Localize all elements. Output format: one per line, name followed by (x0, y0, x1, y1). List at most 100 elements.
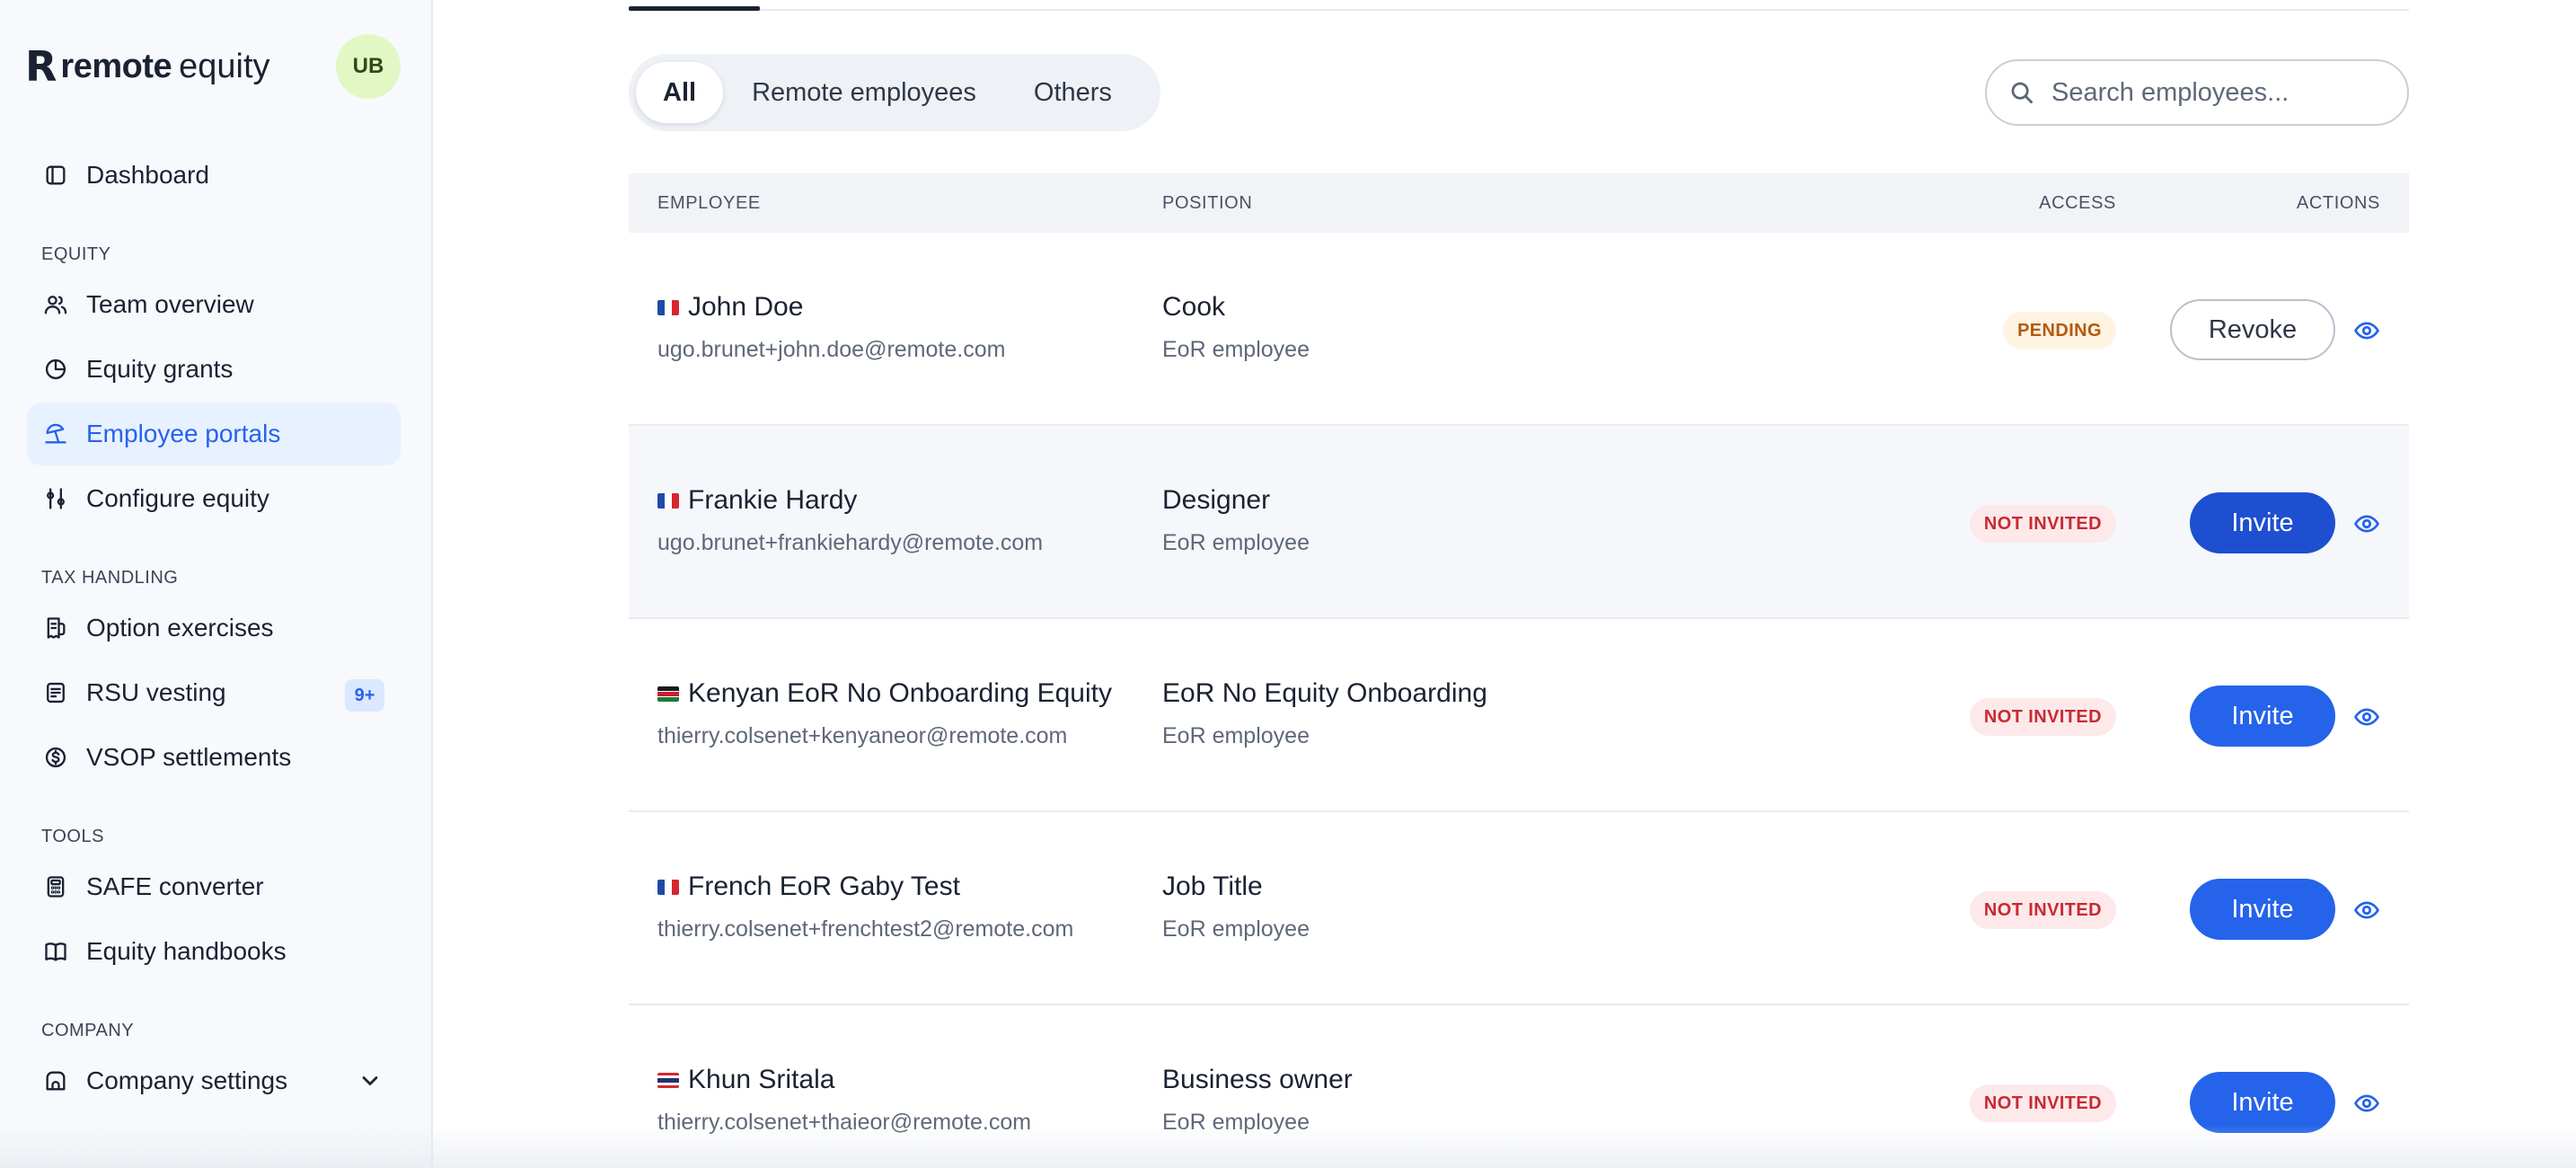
table-row[interactable]: John Doe ugo.brunet+john.doe@remote.com … (629, 233, 2409, 426)
receipt-icon (43, 615, 68, 641)
france-flag-icon (657, 299, 679, 315)
sidebar-item-team-overview[interactable]: Team overview (27, 273, 401, 336)
brand-name-bold: remote (60, 47, 172, 85)
eye-icon[interactable] (2353, 897, 2380, 924)
sidebar-item-label: Option exercises (86, 614, 274, 642)
position-title: EoR No Equity Onboarding (1162, 678, 1487, 708)
brand-logo[interactable]: R remote equity (25, 43, 270, 90)
sidebar-item-label: Employee portals (86, 420, 281, 447)
tabs-divider (629, 9, 2409, 11)
search-icon (2011, 82, 2033, 103)
employment-type: EoR employee (1162, 723, 1310, 748)
table-header: EMPLOYEE POSITION ACCESS ACTIONS (629, 173, 2409, 233)
employee-email: thierry.colsenet+frenchtest2@remote.com (657, 916, 1074, 942)
calculator-icon (43, 874, 68, 899)
sidebar-item-rsu-vesting[interactable]: RSU vesting 9+ (27, 661, 401, 724)
sidebar-item-label: Equity grants (86, 355, 234, 383)
eye-icon[interactable] (2353, 317, 2380, 344)
status-badge: NOT INVITED (1969, 505, 2116, 543)
table-row[interactable]: Khun Sritala thierry.colsenet+thaieor@re… (629, 1005, 2409, 1168)
sidebar-item-configure-equity[interactable]: Configure equity (27, 467, 401, 530)
status-badge: PENDING (2003, 312, 2116, 350)
sidebar: R remote equity UB Dashboard EQUITY Team… (0, 0, 433, 1168)
revoke-button[interactable]: Revoke (2170, 299, 2335, 360)
sidebar-item-label: VSOP settlements (86, 743, 292, 771)
employee-filter: All Remote employees Others (629, 54, 1160, 131)
table-row[interactable]: Kenyan EoR No Onboarding Equity thierry.… (629, 619, 2409, 812)
sidebar-item-company-settings[interactable]: Company settings (27, 1049, 401, 1112)
thailand-flag-icon (657, 1072, 679, 1088)
employee-email: ugo.brunet+frankiehardy@remote.com (657, 530, 1044, 555)
sidebar-item-equity-grants[interactable]: Equity grants (27, 338, 401, 401)
france-flag-icon (657, 492, 679, 509)
sliders-icon (43, 486, 68, 511)
section-label-tax-handling: TAX HANDLING (41, 568, 179, 588)
table-row[interactable]: French EoR Gaby Test thierry.colsenet+fr… (629, 812, 2409, 1005)
sidebar-item-equity-handbooks[interactable]: Equity handbooks (27, 920, 401, 983)
book-icon (43, 939, 68, 964)
employment-type: EoR employee (1162, 1110, 1310, 1135)
sidebar-item-option-exercises[interactable]: Option exercises (27, 597, 401, 659)
dollar-circle-icon (43, 745, 68, 770)
chevron-down-icon[interactable] (357, 1068, 383, 1093)
invite-button[interactable]: Invite (2190, 686, 2335, 747)
employee-name[interactable]: Frankie Hardy (688, 485, 857, 516)
employee-email: thierry.colsenet+kenyaneor@remote.com (657, 723, 1068, 748)
employee-name[interactable]: Khun Sritala (688, 1065, 834, 1095)
sidebar-item-vsop-settlements[interactable]: VSOP settlements (27, 726, 401, 789)
avatar[interactable]: UB (336, 34, 401, 99)
table-row[interactable]: Frankie Hardy ugo.brunet+frankiehardy@re… (629, 426, 2409, 619)
sidebar-item-safe-converter[interactable]: SAFE converter (27, 855, 401, 918)
eye-icon[interactable] (2353, 703, 2380, 730)
sidebar-item-employee-portals[interactable]: Employee portals (27, 403, 401, 465)
document-icon (43, 680, 68, 705)
sidebar-item-label: SAFE converter (86, 872, 264, 900)
status-badge: NOT INVITED (1969, 891, 2116, 929)
active-tab-indicator (629, 6, 760, 11)
invite-button[interactable]: Invite (2190, 1072, 2335, 1133)
section-label-company: COMPANY (41, 1021, 135, 1040)
employee-email: ugo.brunet+john.doe@remote.com (657, 337, 1006, 362)
employee-name[interactable]: French EoR Gaby Test (688, 872, 960, 902)
pie-chart-icon (43, 357, 68, 382)
column-header-employee[interactable]: EMPLOYEE (657, 193, 761, 214)
sidebar-item-label: Team overview (86, 290, 254, 318)
employee-email: thierry.colsenet+thaieor@remote.com (657, 1110, 1032, 1135)
layout-icon (43, 163, 68, 188)
remote-logo-icon: R (25, 42, 57, 91)
position-title: Business owner (1162, 1065, 1353, 1094)
employment-type: EoR employee (1162, 916, 1310, 942)
filter-others-button[interactable]: Others (1005, 62, 1141, 123)
invite-button[interactable]: Invite (2190, 879, 2335, 940)
status-badge: NOT INVITED (1969, 698, 2116, 736)
column-header-access[interactable]: ACCESS (2039, 193, 2116, 214)
invite-button[interactable]: Invite (2190, 492, 2335, 553)
column-header-position[interactable]: POSITION (1162, 193, 1252, 214)
eye-icon[interactable] (2353, 1090, 2380, 1117)
position-title: Job Title (1162, 872, 1263, 901)
users-icon (43, 292, 68, 317)
france-flag-icon (657, 879, 679, 895)
sidebar-item-label: Dashboard (86, 161, 209, 189)
column-header-actions: ACTIONS (2296, 193, 2380, 213)
umbrella-beach-icon (43, 421, 68, 447)
employment-type: EoR employee (1162, 530, 1310, 555)
position-title: Cook (1162, 292, 1226, 322)
status-badge: NOT INVITED (1969, 1084, 2116, 1122)
filter-remote-employees-button[interactable]: Remote employees (723, 62, 1005, 123)
kenya-flag-icon (657, 686, 679, 702)
sidebar-item-label: RSU vesting (86, 678, 226, 706)
employee-name[interactable]: John Doe (688, 292, 803, 323)
sidebar-item-dashboard[interactable]: Dashboard (27, 144, 401, 207)
section-label-equity: EQUITY (41, 244, 111, 264)
position-title: Designer (1162, 485, 1271, 515)
sidebar-item-label: Company settings (86, 1066, 288, 1094)
search-box[interactable] (1985, 59, 2409, 126)
employment-type: EoR employee (1162, 337, 1310, 362)
search-input[interactable] (2051, 77, 2393, 108)
filter-all-button[interactable]: All (636, 62, 724, 123)
eye-icon[interactable] (2353, 510, 2380, 537)
sidebar-item-label: Configure equity (86, 484, 269, 512)
employee-name[interactable]: Kenyan EoR No Onboarding Equity (688, 678, 1112, 709)
section-label-tools: TOOLS (41, 827, 104, 846)
